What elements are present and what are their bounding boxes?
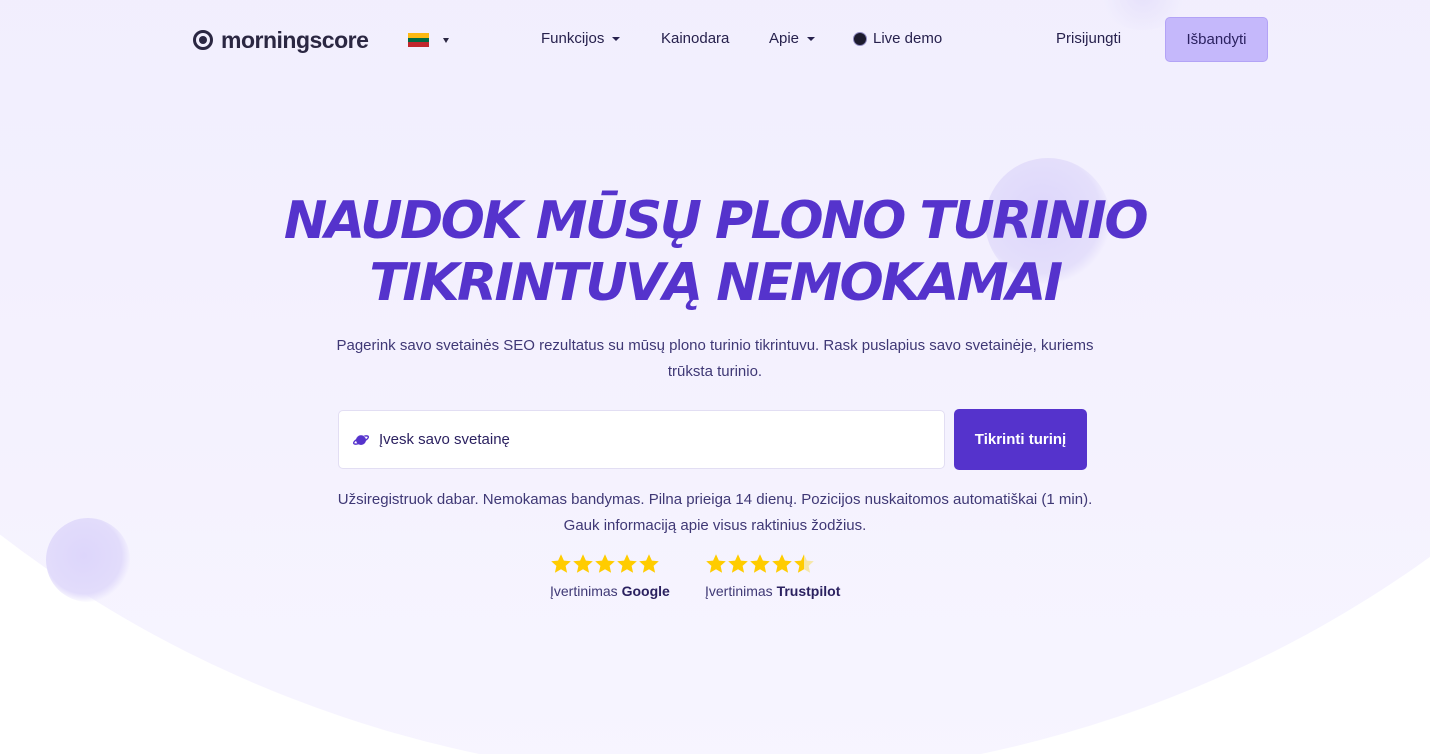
chevron-down-icon xyxy=(443,37,449,43)
hero-title-line1: NAUDOK MŪSŲ PLONO TURINIO xyxy=(283,191,1149,251)
nav-live-demo[interactable]: Live demo xyxy=(853,30,942,47)
star-icon xyxy=(573,554,593,573)
nav-live-demo-label: Live demo xyxy=(873,30,943,47)
rating-label: Įvertinimas Trustpilot xyxy=(705,583,840,599)
login-link[interactable]: Prisijungti xyxy=(1056,30,1121,47)
star-icon xyxy=(595,554,615,573)
nav-apie-label: Apie xyxy=(769,30,800,47)
morningscore-logo[interactable]: morningscore xyxy=(193,26,369,54)
login-label: Prisijungti xyxy=(1056,30,1122,47)
rating-source: Trustpilot xyxy=(776,583,841,599)
rating-prefix: Įvertinimas xyxy=(550,583,618,599)
nav-funkcijos-label: Funkcijos xyxy=(541,30,605,47)
trustpilot-rating[interactable]: Įvertinimas Trustpilot xyxy=(705,553,840,599)
language-selector[interactable] xyxy=(408,33,449,48)
chevron-down-icon xyxy=(612,36,621,41)
star-icon xyxy=(551,554,571,573)
nav-apie[interactable]: Apie xyxy=(769,30,816,47)
nav-funkcijos[interactable]: Funkcijos xyxy=(541,30,621,47)
rating-source: Google xyxy=(621,583,670,599)
hero-title-line2: TIKRINTUVĄ NEMOKAMAI xyxy=(369,253,1063,313)
star-icon xyxy=(706,554,726,573)
hero-subtitle: Pagerink savo svetainės SEO rezultatus s… xyxy=(336,337,1094,380)
chevron-down-icon xyxy=(807,36,816,41)
nav-kainodara[interactable]: Kainodara xyxy=(661,30,729,47)
star-icon xyxy=(772,554,792,573)
check-content-button[interactable]: Tikrinti turinį xyxy=(954,409,1087,470)
website-search-box[interactable] xyxy=(338,410,945,469)
star-icon xyxy=(728,554,748,573)
star-rating xyxy=(550,553,670,577)
star-icon xyxy=(617,554,637,573)
try-button-label: Išbandyti xyxy=(1186,31,1247,48)
logo-text: morningscore xyxy=(221,26,369,53)
star-icon xyxy=(750,554,770,573)
trial-note: Užsiregistruok dabar. Nemokamas bandymas… xyxy=(337,491,1093,534)
planet-icon xyxy=(353,434,369,445)
google-rating[interactable]: Įvertinimas Google xyxy=(550,553,670,599)
star-rating xyxy=(705,553,840,577)
hero-title: NAUDOK MŪSŲ PLONO TURINIO TIKRINTUVĄ NEM… xyxy=(215,190,1215,314)
star-icon xyxy=(794,554,814,573)
site-header: morningscore Funkcijos Kainodara Apie Li… xyxy=(0,0,1430,80)
nav-kainodara-label: Kainodara xyxy=(661,30,730,47)
decorative-bubble xyxy=(46,518,130,602)
website-url-input[interactable] xyxy=(379,411,929,468)
logo-icon xyxy=(193,30,213,50)
try-button[interactable]: Išbandyti xyxy=(1165,17,1268,62)
star-icon xyxy=(639,554,659,573)
rating-label: Įvertinimas Google xyxy=(550,583,670,599)
lithuania-flag-icon xyxy=(408,33,429,48)
rating-prefix: Įvertinimas xyxy=(705,583,773,599)
live-dot-icon xyxy=(853,31,867,46)
